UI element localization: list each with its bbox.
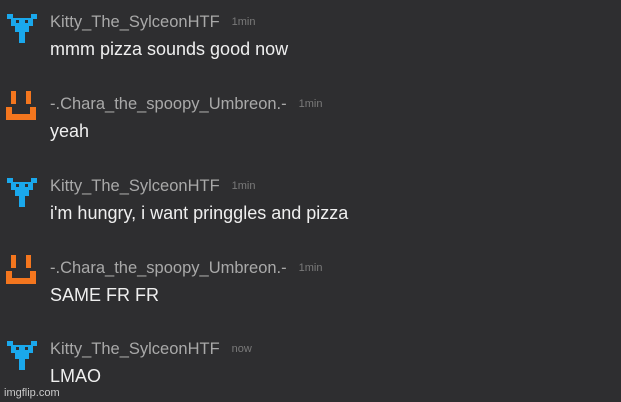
- blue-pixel-face-icon: [7, 341, 37, 370]
- username[interactable]: -.Chara_the_spoopy_Umbreon.-: [50, 259, 287, 277]
- chat-message: -.Chara_the_spoopy_Umbreon.- 1min SAME FR…: [0, 250, 621, 310]
- avatar[interactable]: [3, 171, 39, 207]
- chat-message: Kitty_The_SylceonHTF 1min i'm hungry, i w…: [0, 168, 621, 228]
- chat-message: Kitty_The_SylceonHTF 1min mmm pizza sound…: [0, 4, 621, 64]
- message-text: SAME FR FR: [50, 285, 160, 305]
- orange-pixel-face-icon: [6, 91, 36, 120]
- timestamp: now: [231, 343, 252, 355]
- chat-message: -.Chara_the_spoopy_Umbreon.- 1min yeah: [0, 86, 621, 146]
- message-header: -.Chara_the_spoopy_Umbreon.- 1min: [50, 94, 322, 116]
- timestamp: 1min: [231, 16, 256, 28]
- avatar[interactable]: [3, 253, 39, 289]
- username[interactable]: -.Chara_the_spoopy_Umbreon.-: [50, 95, 287, 113]
- message-header: -.Chara_the_spoopy_Umbreon.- 1min: [50, 258, 322, 280]
- timestamp: 1min: [298, 98, 323, 110]
- blue-pixel-face-icon: [7, 178, 37, 207]
- message-header: Kitty_The_SylceonHTF 1min: [50, 176, 256, 198]
- message-text: yeah: [50, 121, 90, 141]
- imgflip-watermark: imgflip.com: [4, 387, 60, 399]
- timestamp: 1min: [231, 180, 256, 192]
- message-header: Kitty_The_SylceonHTF 1min: [50, 12, 256, 34]
- message-text: i'm hungry, i want pringgles and pizza: [50, 203, 349, 223]
- chat-log: Kitty_The_SylceonHTF 1min mmm pizza sound…: [0, 0, 621, 402]
- blue-pixel-face-icon: [7, 14, 37, 43]
- chat-message: Kitty_The_SylceonHTF now LMAO: [0, 331, 621, 391]
- message-text: LMAO: [50, 366, 102, 386]
- username[interactable]: Kitty_The_SylceonHTF: [50, 340, 220, 358]
- avatar[interactable]: [3, 89, 39, 125]
- avatar[interactable]: [3, 334, 39, 370]
- avatar[interactable]: [3, 7, 39, 43]
- username[interactable]: Kitty_The_SylceonHTF: [50, 177, 220, 195]
- message-header: Kitty_The_SylceonHTF now: [50, 339, 252, 361]
- message-text: mmm pizza sounds good now: [50, 39, 289, 59]
- username[interactable]: Kitty_The_SylceonHTF: [50, 13, 220, 31]
- orange-pixel-face-icon: [6, 255, 36, 284]
- timestamp: 1min: [298, 262, 323, 274]
